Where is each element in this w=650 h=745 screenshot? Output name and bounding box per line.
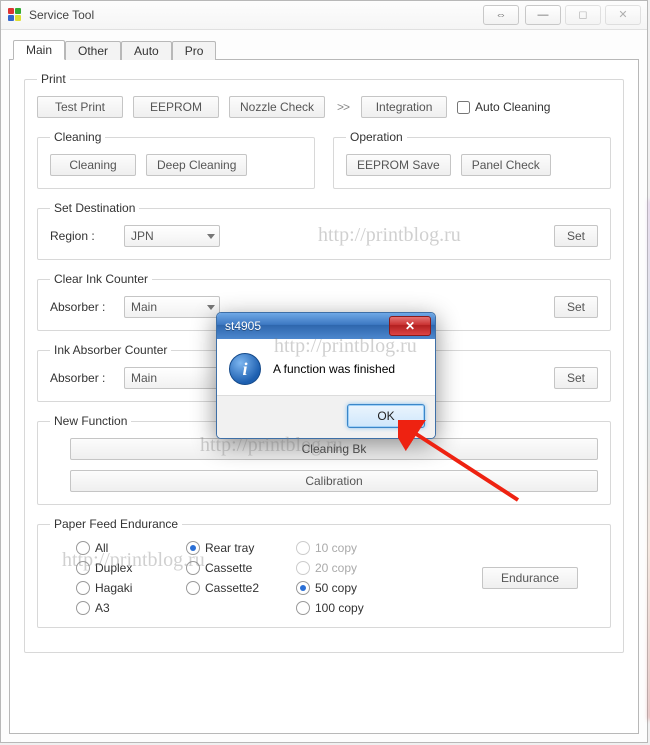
radio-all[interactable]: All — [76, 541, 186, 555]
radio-cassette2[interactable]: Cassette2 — [186, 581, 296, 595]
radio-hagaki[interactable]: Hagaki — [76, 581, 186, 595]
integration-button[interactable]: Integration — [361, 96, 447, 118]
eeprom-button[interactable]: EEPROM — [133, 96, 219, 118]
tab-strip: Main Other Auto Pro — [13, 37, 639, 59]
radio-100-copy[interactable]: 100 copy — [296, 601, 386, 615]
app-icon — [7, 7, 23, 23]
clear-ink-absorber-label: Absorber : — [50, 300, 114, 314]
radio-a3[interactable]: A3 — [76, 601, 186, 615]
tab-other[interactable]: Other — [65, 41, 121, 60]
message-dialog: st4905 ✕ i A function was finished OK — [216, 312, 436, 439]
set-destination-set-button[interactable]: Set — [554, 225, 598, 247]
group-cleaning: Cleaning Cleaning Deep Cleaning — [37, 130, 315, 189]
radio-10-copy: 10 copy — [296, 541, 386, 555]
calibration-button[interactable]: Calibration — [70, 470, 598, 492]
deep-cleaning-button[interactable]: Deep Cleaning — [146, 154, 247, 176]
legend-cleaning: Cleaning — [50, 130, 105, 144]
more-arrows-icon: >> — [335, 100, 351, 114]
tab-pro[interactable]: Pro — [172, 41, 217, 60]
dialog-message: A function was finished — [273, 362, 395, 376]
dialog-title: st4905 — [225, 319, 389, 333]
region-select[interactable]: JPN — [124, 225, 220, 247]
window-title: Service Tool — [29, 8, 94, 22]
dialog-ok-button[interactable]: OK — [347, 404, 425, 428]
dialog-titlebar[interactable]: st4905 ✕ — [217, 313, 435, 339]
window-close-button: ✕ — [605, 5, 641, 25]
legend-operation: Operation — [346, 130, 407, 144]
clear-ink-absorber-select[interactable]: Main — [124, 296, 220, 318]
auto-cleaning-label: Auto Cleaning — [475, 100, 550, 114]
legend-set-destination: Set Destination — [50, 201, 139, 215]
group-set-destination: Set Destination Region : JPN Set — [37, 201, 611, 260]
clear-ink-absorber-value: Main — [131, 300, 157, 314]
tab-auto[interactable]: Auto — [121, 41, 172, 60]
chevron-down-icon — [207, 234, 215, 239]
auto-cleaning-checkbox[interactable]: Auto Cleaning — [457, 100, 550, 114]
legend-paper-feed: Paper Feed Endurance — [50, 517, 182, 531]
close-icon: ✕ — [405, 319, 415, 333]
cleaning-bk-button[interactable]: Cleaning Bk — [70, 438, 598, 460]
legend-ink-absorber: Ink Absorber Counter — [50, 343, 171, 357]
radio-20-copy: 20 copy — [296, 561, 386, 575]
nozzle-check-button[interactable]: Nozzle Check — [229, 96, 325, 118]
eeprom-save-button[interactable]: EEPROM Save — [346, 154, 451, 176]
window-min-button[interactable]: — — [525, 5, 561, 25]
ink-absorber-label: Absorber : — [50, 371, 114, 385]
region-label: Region : — [50, 229, 114, 243]
chevron-down-icon — [207, 305, 215, 310]
region-value: JPN — [131, 229, 154, 243]
legend-new-function: New Function — [50, 414, 131, 428]
ink-absorber-set-button[interactable]: Set — [554, 367, 598, 389]
auto-cleaning-input[interactable] — [457, 101, 470, 114]
radio-rear-tray[interactable]: Rear tray — [186, 541, 296, 555]
legend-print: Print — [37, 72, 70, 86]
radio-duplex[interactable]: Duplex — [76, 561, 186, 575]
legend-clear-ink: Clear Ink Counter — [50, 272, 152, 286]
group-operation: Operation EEPROM Save Panel Check — [333, 130, 611, 189]
group-paper-feed: Paper Feed Endurance All Rear tray 10 co… — [37, 517, 611, 628]
radio-50-copy[interactable]: 50 copy — [296, 581, 386, 595]
clear-ink-set-button[interactable]: Set — [554, 296, 598, 318]
titlebar[interactable]: Service Tool ⇔ — ◻ ✕ — [1, 1, 647, 30]
endurance-button[interactable]: Endurance — [482, 567, 578, 589]
window-swap-button[interactable]: ⇔ — [483, 5, 519, 25]
window-max-button: ◻ — [565, 5, 601, 25]
panel-check-button[interactable]: Panel Check — [461, 154, 551, 176]
cleaning-button[interactable]: Cleaning — [50, 154, 136, 176]
tab-main[interactable]: Main — [13, 40, 65, 60]
radio-cassette[interactable]: Cassette — [186, 561, 296, 575]
ink-absorber-value: Main — [131, 371, 157, 385]
dialog-close-button[interactable]: ✕ — [389, 316, 431, 336]
info-icon: i — [229, 353, 261, 385]
test-print-button[interactable]: Test Print — [37, 96, 123, 118]
